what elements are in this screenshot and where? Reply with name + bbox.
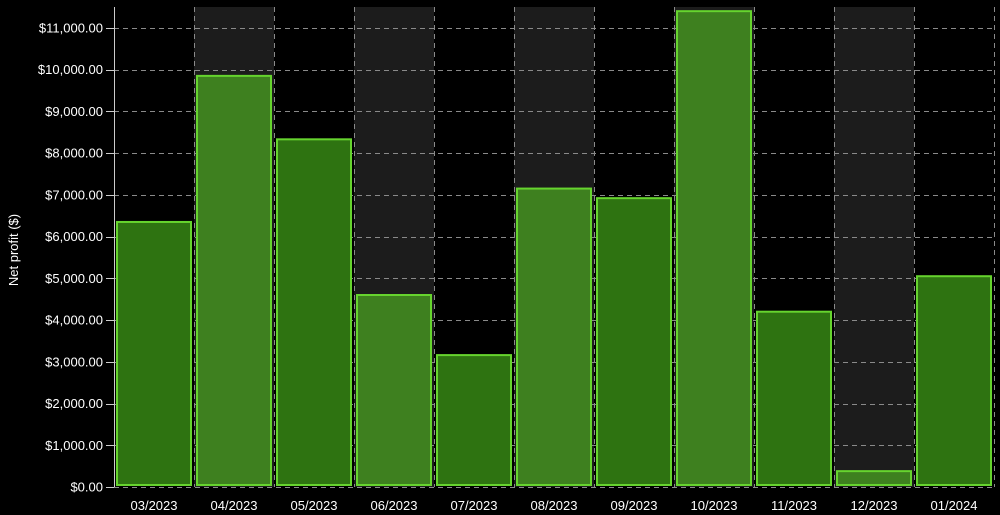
bar-11-2023 bbox=[756, 310, 832, 486]
y-tick-label: $0.00 bbox=[70, 480, 103, 495]
x-tick-label: 04/2023 bbox=[211, 498, 258, 513]
y-tick-label: $3,000.00 bbox=[45, 354, 103, 369]
bar-05-2023 bbox=[276, 138, 352, 486]
bar-09-2023 bbox=[596, 197, 672, 486]
y-tick-label: $9,000.00 bbox=[45, 104, 103, 119]
x-tick-label: 03/2023 bbox=[131, 498, 178, 513]
bar-07-2023 bbox=[436, 354, 512, 486]
x-tick-label: 07/2023 bbox=[451, 498, 498, 513]
y-tick-label: $8,000.00 bbox=[45, 146, 103, 161]
x-tick-label: 12/2023 bbox=[851, 498, 898, 513]
y-axis-title: Net profit ($) bbox=[6, 214, 21, 286]
y-tick-label: $6,000.00 bbox=[45, 229, 103, 244]
bar-12-2023 bbox=[836, 470, 912, 486]
x-tick-label: 10/2023 bbox=[691, 498, 738, 513]
y-tick-label: $7,000.00 bbox=[45, 187, 103, 202]
y-tick-label: $10,000.00 bbox=[38, 62, 103, 77]
bar-06-2023 bbox=[356, 294, 432, 486]
x-tick-label: 05/2023 bbox=[291, 498, 338, 513]
y-tick-label: $5,000.00 bbox=[45, 271, 103, 286]
y-tick-label: $1,000.00 bbox=[45, 438, 103, 453]
x-tick-label: 09/2023 bbox=[611, 498, 658, 513]
column-band bbox=[834, 7, 914, 487]
bar-04-2023 bbox=[196, 74, 272, 486]
y-tick-labels: $0.00 $1,000.00 $2,000.00 $3,000.00 $4,000.0… bbox=[38, 20, 114, 495]
bar-08-2023 bbox=[516, 187, 592, 486]
bar-03-2023 bbox=[116, 220, 192, 487]
x-tick-labels: 03/2023 04/2023 05/2023 06/2023 07/2023 08/20… bbox=[131, 498, 978, 513]
x-tick-label: 08/2023 bbox=[531, 498, 578, 513]
y-tick-label: $11,000.00 bbox=[39, 20, 103, 35]
bar-01-2024 bbox=[916, 275, 992, 486]
x-tick-label: 11/2023 bbox=[771, 498, 817, 513]
x-tick-label: 01/2024 bbox=[931, 498, 978, 513]
net-profit-bar-chart: $0.00 $1,000.00 $2,000.00 $3,000.00 $4,000.0… bbox=[6, 7, 995, 513]
bar-10-2023 bbox=[676, 10, 752, 486]
y-tick-label: $4,000.00 bbox=[45, 313, 103, 328]
y-tick-label: $2,000.00 bbox=[45, 396, 103, 411]
x-tick-label: 06/2023 bbox=[371, 498, 418, 513]
